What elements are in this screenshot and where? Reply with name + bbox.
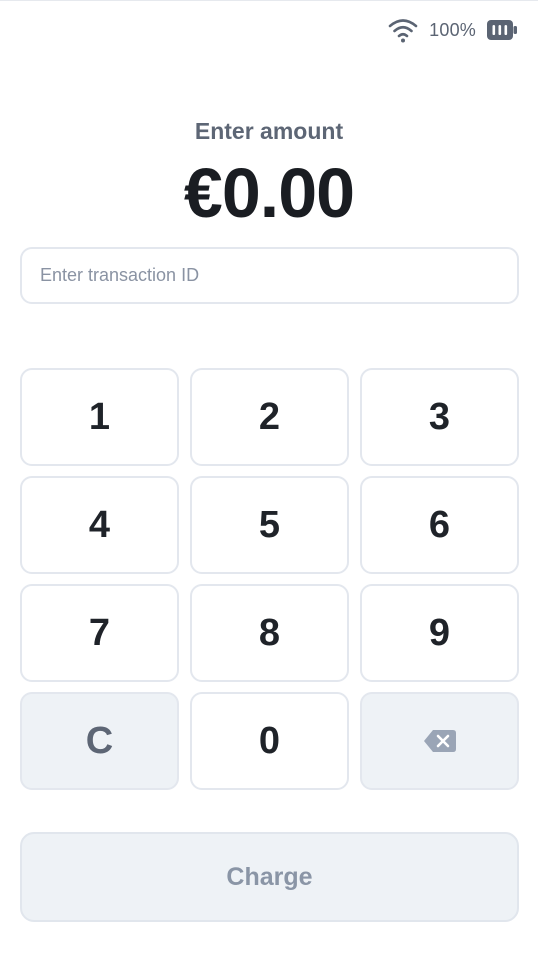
key-9[interactable]: 9	[360, 584, 519, 682]
transaction-id-input[interactable]	[20, 247, 519, 304]
charge-button[interactable]: Charge	[20, 832, 519, 922]
backspace-icon	[423, 730, 456, 752]
key-5[interactable]: 5	[190, 476, 349, 574]
key-4[interactable]: 4	[20, 476, 179, 574]
amount-label: Enter amount	[194, 118, 344, 144]
key-7[interactable]: 7	[20, 584, 179, 682]
clear-key[interactable]: C	[20, 692, 179, 790]
status-bar: 100%	[387, 15, 518, 45]
numeric-keypad: 1 2 3 4 5 6 7 8 9 C 0	[20, 368, 519, 790]
amount-display: €0.00	[183, 154, 355, 232]
key-1[interactable]: 1	[20, 368, 179, 466]
payment-screen: 100% Enter amount €0.00 1 2 3 4 5 6 7 8 …	[0, 0, 538, 960]
key-6[interactable]: 6	[360, 476, 519, 574]
key-2[interactable]: 2	[190, 368, 349, 466]
battery-percentage: 100%	[429, 19, 476, 40]
backspace-key[interactable]	[360, 692, 519, 790]
battery-icon	[487, 20, 517, 40]
key-0[interactable]: 0	[190, 692, 349, 790]
wifi-icon	[388, 19, 418, 43]
key-8[interactable]: 8	[190, 584, 349, 682]
key-3[interactable]: 3	[360, 368, 519, 466]
